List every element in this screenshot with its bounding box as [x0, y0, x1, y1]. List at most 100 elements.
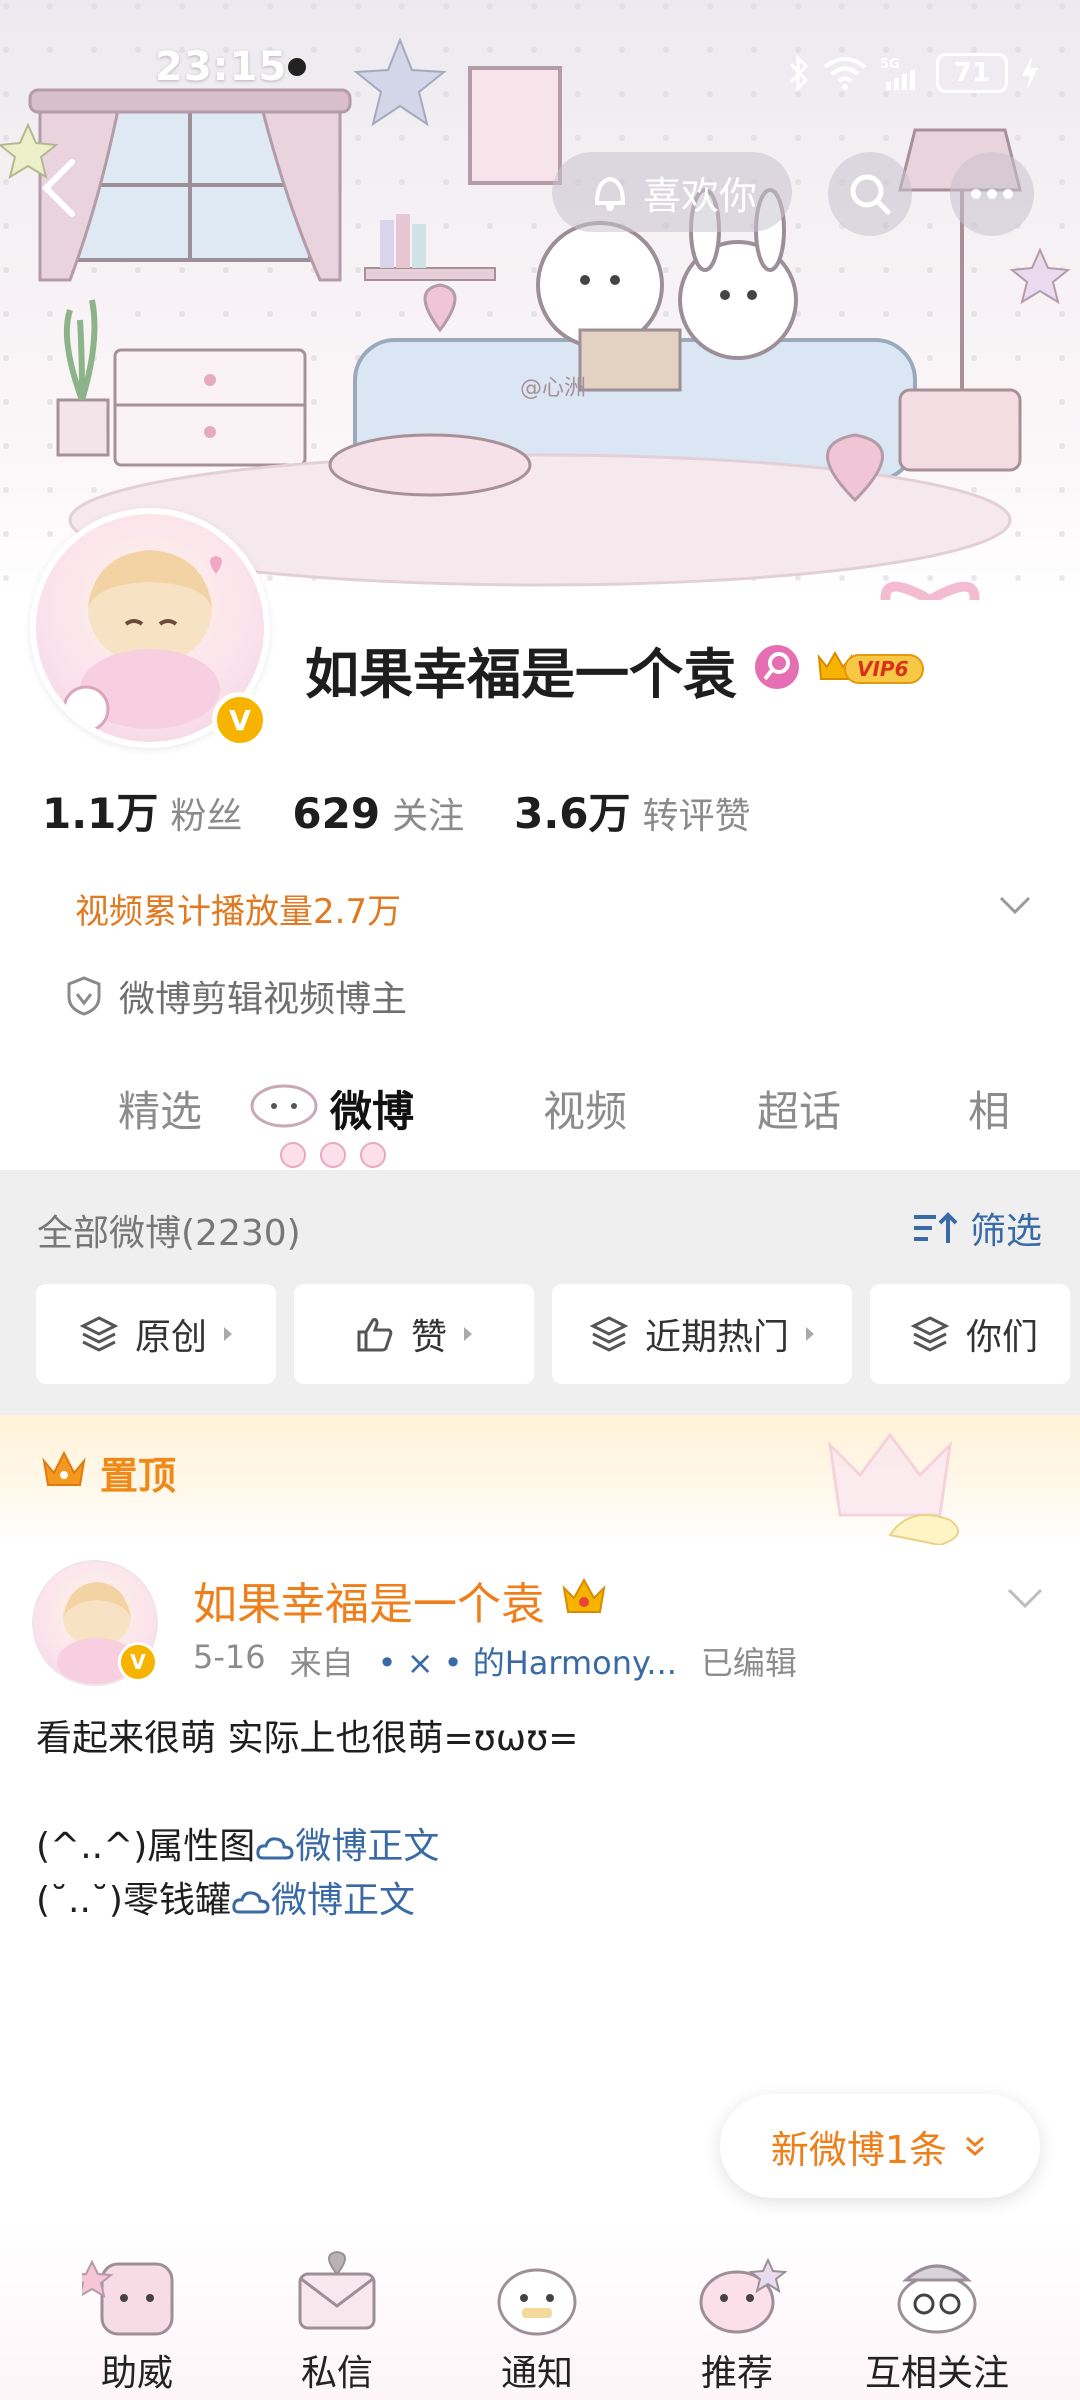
chip-original[interactable]: 原创 — [36, 1284, 276, 1384]
status-bar: 23:15 5G 71 — [0, 0, 1080, 140]
post-date: 5-16 — [193, 1638, 266, 1676]
chevron-down-icon[interactable] — [995, 890, 1035, 920]
interactions-label: 转评赞 — [642, 796, 751, 837]
chip-trending-label: 近期热门 — [644, 1317, 789, 1358]
charging-icon — [1022, 56, 1038, 90]
post-text-line: (^..^)属性图 微博正文 — [36, 1820, 1046, 1874]
tab-super-topic[interactable]: 超话 — [757, 1078, 841, 1139]
post-edited: 已编辑 — [700, 1644, 797, 1682]
post-from-label: 来自 — [289, 1644, 354, 1682]
followers-count: 1.1万 — [42, 789, 159, 838]
bottom-message-label: 私信 — [300, 2353, 373, 2394]
like-you-button[interactable]: 喜欢你 — [552, 152, 792, 232]
caret-right-icon — [224, 1327, 232, 1341]
post-verified-badge: V — [118, 1642, 158, 1682]
post-link[interactable]: 微博正文 — [231, 1880, 415, 1921]
bluetooth-icon — [789, 54, 809, 92]
cheer-mascot-icon — [82, 2259, 174, 2336]
post-source[interactable]: • × • 的Harmony... — [378, 1638, 677, 1684]
back-button[interactable] — [30, 148, 100, 238]
caret-right-icon — [806, 1327, 814, 1341]
crown-icon — [42, 1450, 86, 1486]
female-gender-icon — [755, 645, 799, 689]
post-author-name[interactable]: 如果幸福是一个袁 — [193, 1568, 545, 1632]
cloud-link-icon — [232, 1891, 270, 1914]
bottom-cheer[interactable]: 助威 — [42, 2226, 232, 2396]
chip-original-label: 原创 — [134, 1317, 207, 1358]
like-you-label: 喜欢你 — [642, 173, 757, 218]
interactions-count: 3.6万 — [514, 789, 631, 838]
followers-label: 粉丝 — [170, 796, 243, 837]
post-meta: 5-16 来自 • × • 的Harmony... 已编辑 — [193, 1638, 797, 1684]
chip-liked-label: 赞 — [410, 1317, 447, 1358]
vip-level-badge[interactable]: VIP6 — [815, 645, 927, 689]
double-chevron-down-icon — [966, 2136, 985, 2156]
status-time: 23:15 — [155, 44, 288, 90]
stat-followers[interactable]: 1.1万 粉丝 — [42, 780, 242, 841]
tab-active-indicator — [280, 1142, 386, 1168]
layers-icon — [589, 1316, 629, 1352]
more-button[interactable] — [950, 152, 1034, 236]
post-link[interactable]: 微博正文 — [255, 1826, 439, 1867]
bottom-recommend[interactable]: 推荐 — [642, 2226, 832, 2396]
bottom-message[interactable]: 私信 — [242, 2226, 432, 2396]
new-weibo-button[interactable]: 新微博1条 — [720, 2094, 1040, 2198]
feed-filter-section: 全部微博(2230) 筛选 原创 赞 近期热门 你们 — [0, 1170, 1080, 1415]
status-icons: 5G 71 — [788, 48, 1040, 98]
tab-weibo[interactable]: 微博 — [330, 1078, 414, 1139]
layers-icon — [910, 1316, 950, 1352]
search-button[interactable] — [828, 152, 912, 236]
post-link-label: 微博正文 — [295, 1826, 440, 1867]
filter-label: 筛选 — [969, 1211, 1042, 1252]
shield-icon — [67, 976, 101, 1016]
pinned-label: 置顶 — [100, 1454, 177, 1498]
tab-featured[interactable]: 精选 — [118, 1078, 202, 1139]
stat-following[interactable]: 629 关注 — [292, 787, 464, 839]
bottom-mutual-follow[interactable]: 互相关注 — [842, 2226, 1032, 2396]
battery-level: 71 — [953, 58, 991, 88]
post-text-line: (˘..˘)零钱罐 微博正文 — [36, 1874, 1046, 1928]
svg-text:5G: 5G — [880, 57, 900, 72]
cellular-5g-icon: 5G — [880, 57, 915, 90]
vip-crown-icon — [562, 1577, 606, 1613]
search-icon — [850, 174, 891, 215]
bottom-notify[interactable]: 通知 — [442, 2226, 632, 2396]
creator-tag-label: 微博剪辑视频博主 — [119, 979, 408, 1020]
bottom-mutual-follow-label: 互相关注 — [864, 2353, 1009, 2394]
video-play-stat: 视频累计播放量2.7万 — [75, 892, 402, 932]
filter-chips: 原创 赞 近期热门 你们 — [36, 1284, 1070, 1384]
following-count: 629 — [292, 789, 381, 838]
all-weibo-count: 全部微博(2230) — [37, 1213, 301, 1254]
bottom-action-bar: 助威 私信 通知 推荐 互相关注 — [0, 2218, 1080, 2400]
profile-name: 如果幸福是一个袁 — [305, 643, 737, 706]
envelope-heart-icon — [298, 2250, 376, 2330]
filter-button[interactable]: 筛选 — [912, 1202, 1042, 1254]
following-label: 关注 — [392, 796, 465, 837]
recommend-mascot-icon — [699, 2257, 788, 2334]
chip-liked[interactable]: 赞 — [294, 1284, 534, 1384]
filter-sort-icon — [913, 1212, 958, 1243]
wifi-icon — [823, 57, 867, 90]
back-arrow-icon — [41, 159, 75, 217]
chip-you[interactable]: 你们 — [870, 1284, 1070, 1384]
more-icon — [971, 189, 1013, 199]
post-link-label: 微博正文 — [270, 1880, 415, 1921]
tab-video[interactable]: 视频 — [543, 1078, 627, 1139]
mutual-follow-mascot-icon — [897, 2264, 977, 2334]
bottom-notify-label: 通知 — [500, 2353, 573, 2394]
pinned-decoration — [827, 1432, 959, 1545]
verified-badge: V — [212, 692, 268, 748]
post-content[interactable]: 看起来很萌 实际上也很萌=ʊωʊ= (^..^)属性图 微博正文 (˘..˘)零钱… — [36, 1712, 1046, 1928]
new-weibo-label: 新微博1条 — [770, 2127, 948, 2172]
post-menu-chevron-icon[interactable] — [1005, 1584, 1045, 1612]
chip-trending[interactable]: 近期热门 — [552, 1284, 852, 1384]
creator-tag: 微博剪辑视频博主 — [65, 970, 407, 1022]
layers-icon — [79, 1316, 119, 1352]
bottom-recommend-label: 推荐 — [700, 2353, 773, 2394]
post-line3-prefix: (˘..˘)零钱罐 — [36, 1880, 231, 1921]
profile-tabs: 精选 微博 视频 超话 相 — [0, 1060, 1080, 1170]
tab-album[interactable]: 相 — [968, 1078, 1008, 1139]
tiktok-notification-icon — [288, 58, 306, 76]
chip-you-label: 你们 — [966, 1317, 1039, 1358]
stat-interactions[interactable]: 3.6万 转评赞 — [514, 780, 750, 841]
